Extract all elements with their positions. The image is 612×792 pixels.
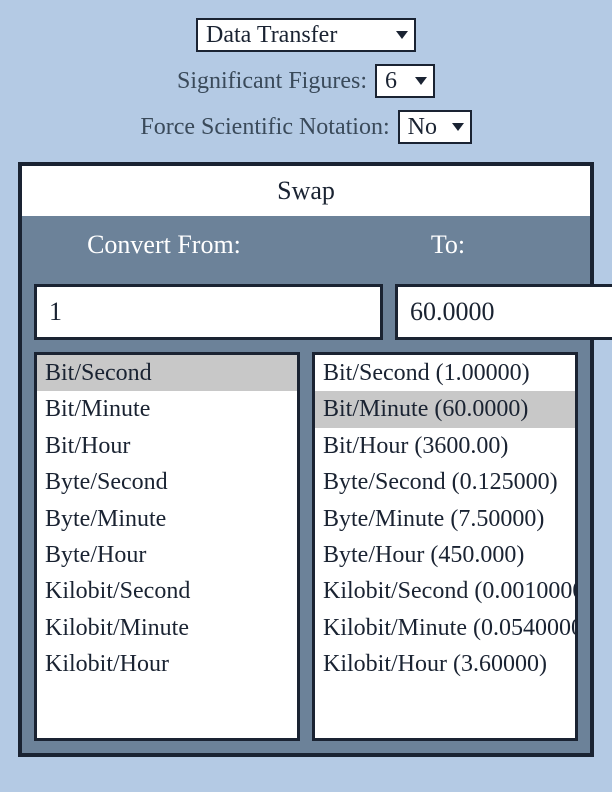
- to-unit-list[interactable]: Bit/Second (1.00000)Bit/Minute (60.0000)…: [312, 352, 578, 741]
- list-item[interactable]: Bit/Hour: [37, 428, 297, 464]
- list-item[interactable]: Bit/Minute: [37, 391, 297, 427]
- list-item[interactable]: Byte/Hour: [37, 537, 297, 573]
- swap-button[interactable]: Swap: [22, 166, 590, 216]
- from-header: Convert From:: [22, 216, 306, 274]
- list-item[interactable]: Kilobit/Hour (3.60000): [315, 646, 575, 682]
- list-item[interactable]: Kilobit/Minute: [37, 610, 297, 646]
- list-item[interactable]: Byte/Hour (450.000): [315, 537, 575, 573]
- list-item[interactable]: Kilobit/Second (0.00100000): [315, 573, 575, 609]
- list-item[interactable]: Bit/Second (1.00000): [315, 355, 575, 391]
- scinot-label: Force Scientific Notation:: [140, 114, 389, 141]
- list-item[interactable]: Byte/Minute (7.50000): [315, 501, 575, 537]
- sigfigs-select[interactable]: 6: [375, 64, 435, 98]
- to-header: To:: [306, 216, 590, 274]
- list-item[interactable]: Kilobit/Minute (0.0540000): [315, 610, 575, 646]
- list-item[interactable]: Bit/Hour (3600.00): [315, 428, 575, 464]
- column-headers: Convert From: To:: [22, 216, 590, 274]
- from-unit-list[interactable]: Bit/SecondBit/MinuteBit/HourByte/SecondB…: [34, 352, 300, 741]
- from-value-input[interactable]: [34, 284, 383, 340]
- list-item[interactable]: Kilobit/Second: [37, 573, 297, 609]
- to-value-input[interactable]: [395, 284, 612, 340]
- list-item[interactable]: Byte/Second: [37, 464, 297, 500]
- list-item[interactable]: Bit/Minute (60.0000): [315, 391, 575, 427]
- list-item[interactable]: Byte/Second (0.125000): [315, 464, 575, 500]
- category-select[interactable]: Data Transfer: [196, 18, 416, 52]
- sigfigs-label: Significant Figures:: [177, 68, 367, 95]
- list-item[interactable]: Byte/Minute: [37, 501, 297, 537]
- scinot-select[interactable]: No: [398, 110, 472, 144]
- converter-panel: Swap Convert From: To: Bit/SecondBit/Min…: [18, 162, 594, 757]
- list-item[interactable]: Kilobit/Hour: [37, 646, 297, 682]
- list-item[interactable]: Bit/Second: [37, 355, 297, 391]
